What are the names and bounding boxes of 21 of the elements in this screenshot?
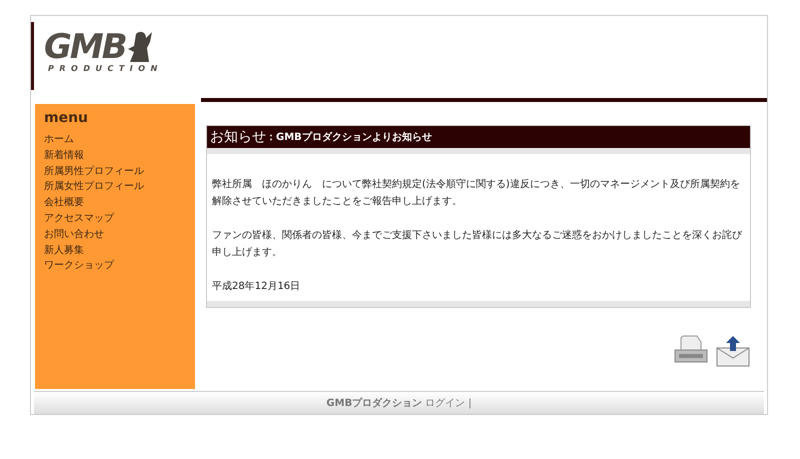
logo-subtitle: PRODUCTION — [48, 64, 163, 73]
menu-title: menu — [44, 110, 90, 126]
notice-text: 平成28年12月16日 — [212, 280, 302, 294]
menu-link[interactable]: ワークショップ — [44, 258, 195, 274]
notice-subtitle: ：GMBプロダクションよりお知らせ — [266, 130, 432, 144]
notice-text: 弊社所属 ほのかりん について弊社契約規定(法令順守に関する)違反につき、一切のマネージメント及び所属契約を解除させていただきましたことをご報告申し上げます。 — [212, 178, 741, 209]
mail-icon[interactable] — [715, 334, 751, 368]
menu-link[interactable]: 新人募集 — [44, 242, 195, 258]
login-link[interactable]: ログイン — [425, 396, 466, 410]
logo-text: GMB — [44, 30, 126, 64]
menu-link[interactable]: お問い合わせ — [44, 226, 195, 243]
footer-company: GMBプロダクション — [326, 396, 422, 410]
menu-link[interactable]: アクセスマップ — [44, 210, 195, 227]
notice-text: ファンの皆様、関係者の皆様、今までご支援下さいました皆様には多大なるご迷惑をおかけしましたことを深くお詫び申し上げます。 — [212, 228, 744, 260]
menu-link[interactable]: 所属男性プロフィール — [44, 164, 195, 180]
footer-separator: | — [468, 398, 472, 408]
menu-link[interactable]: 会社概要 — [44, 195, 195, 211]
notice-title: お知らせ — [210, 128, 266, 146]
menu-link[interactable]: 新着情報 — [44, 148, 195, 164]
menu-link[interactable]: ホーム — [44, 132, 195, 148]
menu-link[interactable]: 所属女性プロフィール — [44, 179, 195, 196]
